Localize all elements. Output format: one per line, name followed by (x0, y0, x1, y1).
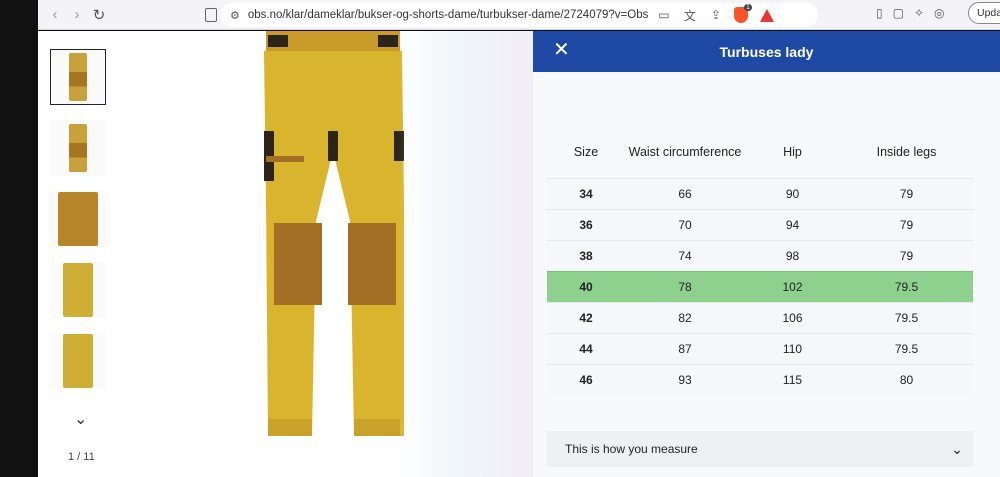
modal-header: ✕ Turbuses lady (533, 31, 1000, 72)
sidebar-icon[interactable]: ▯ (876, 6, 883, 20)
thumbnail-image (63, 263, 93, 317)
cell-waist: 82 (678, 311, 692, 325)
header-size: Size (573, 145, 599, 159)
cell-hip: 106 (782, 311, 803, 325)
cell-waist: 78 (678, 280, 692, 294)
thumbnail-2[interactable] (50, 120, 106, 176)
cell-size: 38 (579, 249, 593, 263)
how-to-measure-label: This is how you measure (565, 442, 698, 456)
cell-waist: 93 (678, 373, 692, 387)
cell-waist: 66 (678, 187, 692, 201)
cell-size: 36 (579, 218, 593, 232)
close-icon[interactable]: ✕ (553, 40, 570, 60)
cell-waist: 70 (678, 218, 692, 232)
table-row: 44 87 110 79.5 (547, 333, 973, 364)
thumbnail-image (69, 124, 87, 172)
thumbnail-1[interactable] (50, 49, 106, 105)
size-table: Size Waist circumference Hip Inside legs… (547, 126, 973, 395)
toolbar-right-icons: ▯ ▢ ✧ ◎ (876, 6, 945, 20)
cell-inside-leg: 79.5 (894, 342, 919, 356)
header-hip: Hip (783, 145, 802, 159)
table-row-highlighted: 40 78 102 79.5 (547, 271, 973, 302)
cast-icon[interactable]: ▭ (654, 8, 674, 22)
cell-size: 44 (579, 342, 593, 356)
table-header: Size Waist circumference Hip Inside legs (547, 126, 973, 178)
cell-hip: 90 (785, 187, 800, 201)
reload-icon[interactable]: ↻ (88, 4, 110, 26)
url-text[interactable]: obs.no/klar/dameklar/bukser-og-shorts-da… (248, 9, 648, 21)
chevron-down-icon[interactable]: ⌄ (74, 409, 87, 429)
how-to-measure-accordion[interactable]: This is how you measure ⌄ (547, 431, 973, 467)
image-counter: 1 / 11 (68, 451, 95, 463)
wallet-icon[interactable]: ▢ (893, 6, 904, 20)
cell-hip: 102 (782, 280, 803, 294)
cell-size: 40 (579, 280, 593, 294)
modal-title: Turbuses lady (719, 43, 814, 60)
rewards-icon[interactable] (759, 8, 774, 22)
product-image[interactable] (258, 31, 408, 441)
table-row: 34 66 90 79 (547, 178, 973, 209)
forward-icon[interactable]: › (66, 4, 88, 26)
address-bar[interactable]: ⚙ obs.no/klar/dameklar/bukser-og-shorts-… (220, 3, 818, 27)
update-label: Update (977, 7, 1000, 19)
thumbnail-image (69, 53, 87, 101)
thumbnail-3[interactable] (50, 191, 106, 247)
cell-waist: 87 (678, 342, 692, 356)
share-icon[interactable]: ⇪ (706, 8, 726, 22)
pants-illustration (264, 31, 404, 436)
browser-toolbar: ‹ › ↻ ⚙ obs.no/klar/dameklar/bukser-og-s… (38, 0, 1000, 30)
table-row: 42 82 106 79.5 (547, 302, 973, 333)
site-settings-icon[interactable]: ⚙ (230, 9, 240, 22)
back-icon[interactable]: ‹ (44, 4, 66, 26)
cell-hip: 98 (785, 249, 800, 263)
cell-inside-leg: 79.5 (894, 280, 919, 294)
translate-icon[interactable]: 文 (680, 7, 700, 24)
cell-inside-leg: 79.5 (894, 311, 919, 325)
thumbnail-image (58, 192, 98, 246)
shields-count-badge: 1 (743, 4, 752, 11)
thumbnail-4[interactable] (50, 262, 106, 318)
cell-inside-leg: 79 (899, 249, 914, 263)
cell-waist: 74 (678, 249, 692, 263)
header-waist: Waist circumference (628, 145, 742, 159)
thumbnail-image (63, 334, 93, 388)
table-row: 46 93 115 80 (547, 364, 973, 395)
cell-size: 42 (579, 311, 593, 325)
table-row: 36 70 94 79 (547, 209, 973, 240)
update-button[interactable]: Update ☰ (968, 2, 1000, 24)
size-guide-modal: ✕ Turbuses lady Size Waist circumference… (533, 31, 1000, 477)
thumbnail-5[interactable] (50, 333, 106, 389)
cell-size: 46 (579, 373, 593, 387)
cell-hip: 110 (782, 342, 803, 356)
cell-inside-leg: 79 (899, 187, 914, 201)
cell-hip: 94 (785, 218, 800, 232)
cell-hip: 115 (782, 373, 803, 387)
header-inside-legs: Inside legs (876, 145, 937, 159)
background-gradient (398, 31, 533, 477)
vpn-icon[interactable]: ◎ (934, 6, 944, 20)
table-row: 38 74 98 79 (547, 240, 973, 271)
extensions-icon[interactable]: ✧ (914, 6, 924, 20)
bookmark-icon[interactable] (205, 7, 217, 22)
cell-size: 34 (579, 187, 593, 201)
thumbnail-gallery (50, 49, 110, 404)
chevron-down-icon: ⌄ (951, 441, 963, 457)
product-page: ⌄ 1 / 11 ✕ Turbuses lady Size Waist circ… (38, 31, 1000, 477)
cell-inside-leg: 79 (899, 218, 914, 232)
cell-inside-leg: 80 (899, 373, 914, 387)
brave-shields-icon[interactable]: 1 (733, 4, 752, 23)
